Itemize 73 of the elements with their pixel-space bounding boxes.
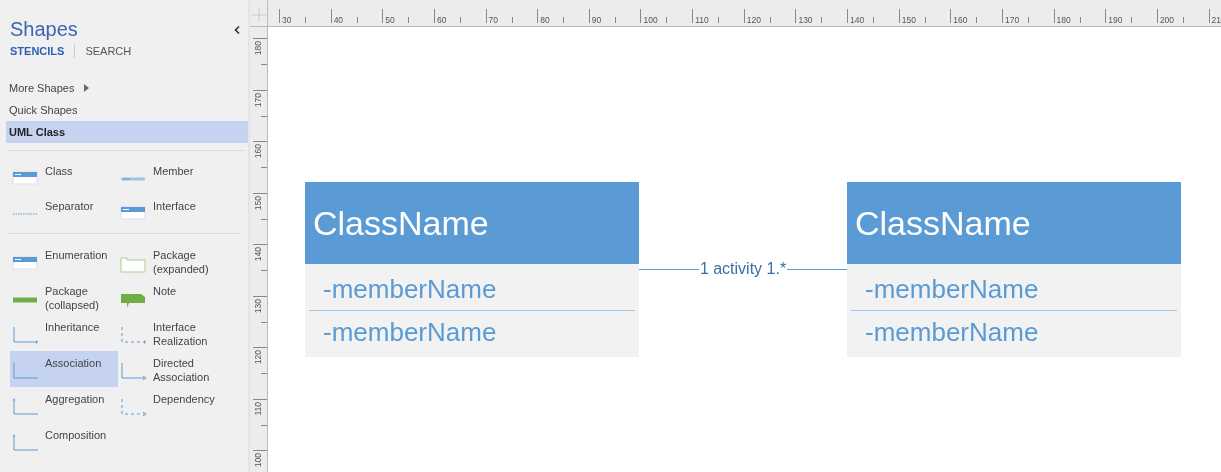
ruler-label: 140: [253, 247, 263, 262]
stencil-item[interactable]: Interface: [118, 194, 228, 229]
stencil-item[interactable]: Package (collapsed): [10, 279, 118, 315]
stencil-item[interactable]: Package (expanded): [118, 243, 228, 279]
member-name: -memberName: [851, 310, 1177, 353]
stencil-item[interactable]: Interface Realization: [118, 315, 228, 351]
dependency-shape-icon: [120, 398, 147, 417]
class-name: ClassName: [305, 182, 639, 264]
ruler-label: 180: [1055, 15, 1071, 25]
stencil-item[interactable]: Association: [10, 351, 118, 387]
connector-line[interactable]: [787, 268, 847, 270]
stencil-item[interactable]: Enumeration: [10, 243, 118, 279]
ruler-label: 80: [539, 15, 550, 25]
stencil-item[interactable]: Composition: [10, 423, 118, 459]
ruler-label: 160: [253, 144, 263, 159]
ruler-label: 180: [253, 41, 263, 56]
class-shape-icon: [12, 170, 39, 188]
separator-shape-icon: [12, 213, 39, 215]
interface-realization-shape-icon: [120, 326, 147, 345]
stencil-item[interactable]: Inheritance: [10, 315, 118, 351]
ruler-label: 110: [253, 401, 263, 416]
collapse-icon[interactable]: [234, 25, 240, 34]
aggregation-shape-icon: [12, 398, 39, 417]
ruler-label: 190: [1107, 15, 1123, 25]
stencil-category[interactable]: UML Class: [6, 121, 248, 143]
ruler-label: 110: [694, 15, 709, 25]
interface-shape-icon: [120, 205, 147, 223]
ruler-label: 70: [487, 15, 499, 25]
class-name: ClassName: [847, 182, 1181, 264]
stencil-category[interactable]: Quick Shapes: [6, 99, 248, 121]
inheritance-shape-icon: [12, 326, 39, 345]
member-name: -memberName: [309, 310, 635, 353]
package-collapsed-shape-icon: [12, 296, 39, 303]
ruler-label: 140: [849, 15, 865, 25]
panel-tab[interactable]: STENCILS: [10, 45, 65, 57]
ruler-label: 170: [1003, 15, 1020, 25]
ruler-label: 150: [900, 15, 916, 25]
ruler-label: 120: [745, 15, 761, 25]
stencil-item[interactable]: Separator: [10, 194, 118, 229]
stencil-item[interactable]: Member: [118, 159, 228, 194]
ruler-label: 130: [253, 298, 263, 313]
ruler-label: 21: [1210, 15, 1221, 25]
panel-tab[interactable]: SEARCH: [85, 45, 132, 57]
stencil-item[interactable]: Aggregation: [10, 387, 118, 423]
ruler-label: 100: [253, 453, 263, 468]
stencil-category[interactable]: More Shapes: [6, 77, 248, 99]
ruler-label: 90: [590, 15, 602, 25]
ruler-label: 170: [253, 92, 263, 107]
association-shape-icon: [12, 362, 39, 381]
composition-shape-icon: [12, 434, 39, 453]
ruler-label: 150: [253, 195, 263, 210]
ruler-label: 40: [332, 15, 344, 25]
ruler-label: 100: [642, 15, 658, 25]
ruler-label: 120: [253, 350, 263, 365]
ruler-label: 130: [797, 15, 813, 25]
stencil-item[interactable]: Class: [10, 159, 118, 194]
package-expanded-shape-icon: [120, 254, 147, 273]
stencil-item[interactable]: Dependency: [118, 387, 228, 423]
ruler-label: 50: [384, 15, 395, 25]
ruler-label: 60: [435, 15, 447, 25]
enumeration-shape-icon: [12, 254, 39, 273]
ruler-label: 200: [1158, 15, 1175, 25]
ruler-label: 30: [281, 15, 292, 25]
connector-line[interactable]: [639, 268, 699, 270]
stencil-item[interactable]: Note: [118, 279, 228, 315]
stencil-item[interactable]: Directed Association: [118, 351, 228, 387]
ruler-label: 160: [952, 15, 968, 25]
member-name: -memberName: [864, 272, 1040, 306]
directed-association-shape-icon: [120, 362, 147, 381]
member-shape-icon: [120, 177, 147, 181]
association-label: 1 activity 1.*: [698, 260, 788, 278]
member-name: -memberName: [322, 272, 498, 306]
panel-title: Shapes: [10, 18, 78, 41]
